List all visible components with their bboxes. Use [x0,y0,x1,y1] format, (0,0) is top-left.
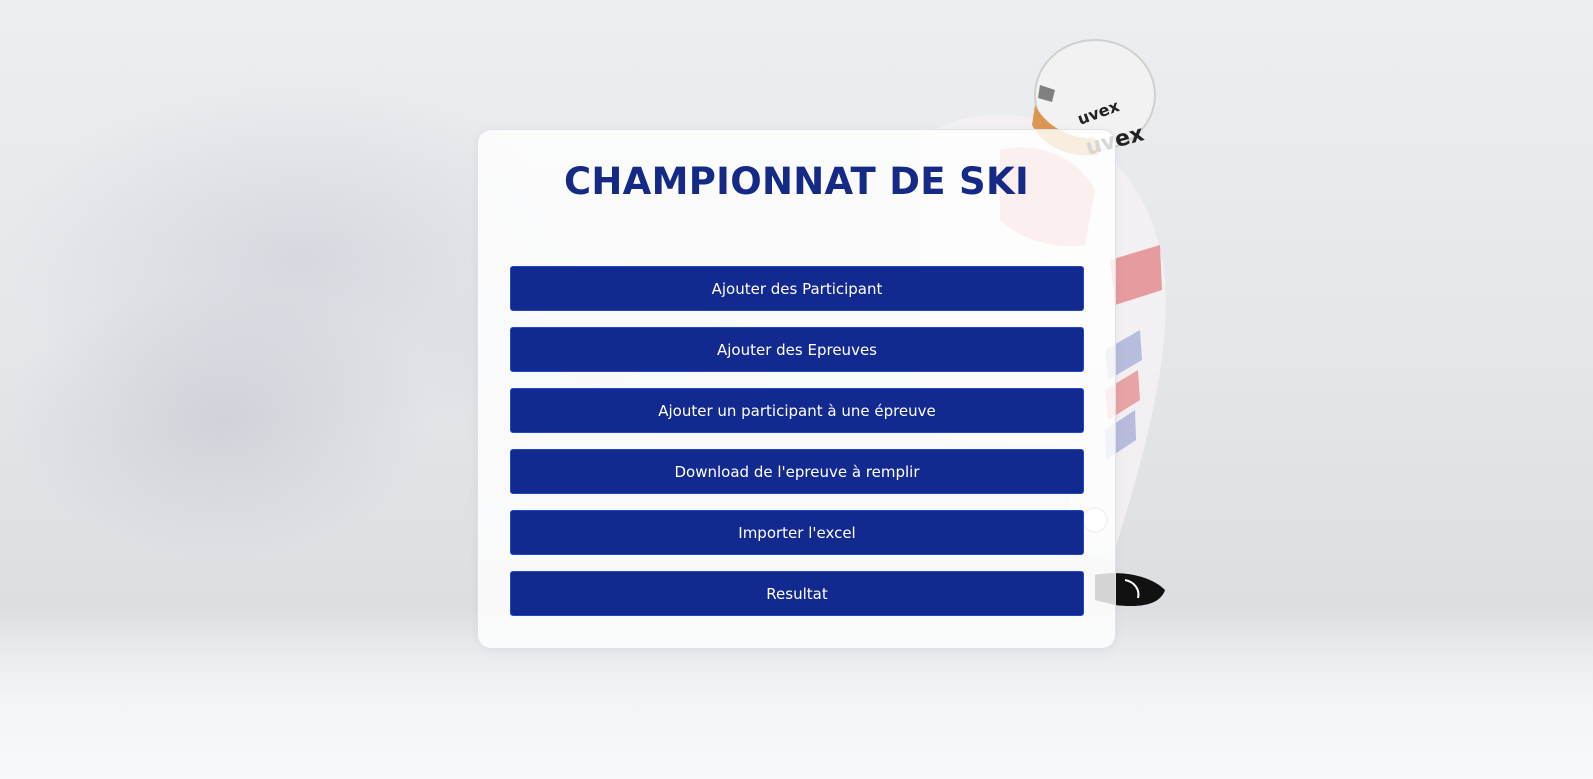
page-title: CHAMPIONNAT DE SKI [563,160,1030,203]
menu-button-list: Ajouter des Participant Ajouter des Epre… [510,266,1084,632]
snow-ground [0,640,1593,779]
import-excel-button[interactable]: Importer l'excel [510,510,1084,555]
main-panel: CHAMPIONNAT DE SKI Ajouter des Participa… [477,129,1116,649]
add-participants-button[interactable]: Ajouter des Participant [510,266,1084,311]
results-button[interactable]: Resultat [510,571,1084,616]
add-events-button[interactable]: Ajouter des Epreuves [510,327,1084,372]
add-participant-to-event-button[interactable]: Ajouter un participant à une épreuve [510,388,1084,433]
download-event-template-button[interactable]: Download de l'epreuve à remplir [510,449,1084,494]
